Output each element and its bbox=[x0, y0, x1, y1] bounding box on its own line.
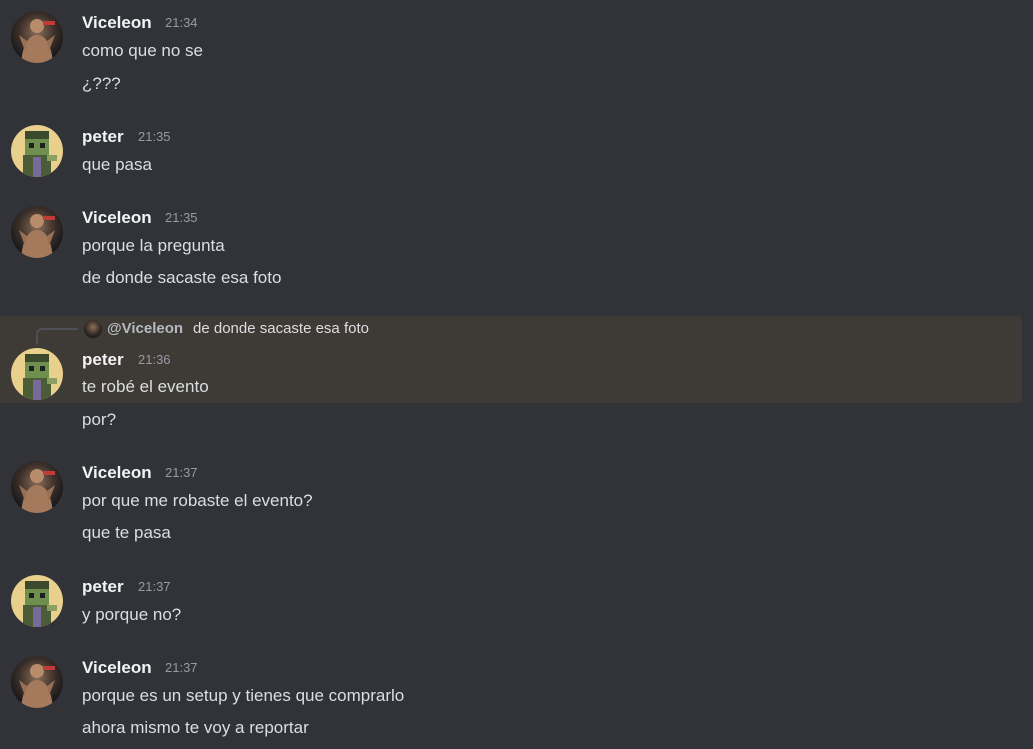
message-timestamp: 21:36 bbox=[138, 352, 171, 367]
message-timestamp: 21:37 bbox=[165, 660, 198, 675]
message-timestamp: 21:35 bbox=[138, 129, 171, 144]
message-line: porque es un setup y tienes que comprarl… bbox=[82, 686, 405, 705]
reply-avatar-icon[interactable] bbox=[84, 320, 102, 338]
peter-avatar-icon[interactable] bbox=[11, 348, 63, 400]
reply-connector bbox=[36, 328, 78, 344]
message-timestamp: 21:34 bbox=[165, 15, 198, 30]
message-line: por que me robaste el evento? bbox=[82, 491, 313, 510]
message-line: que te pasa bbox=[82, 523, 171, 542]
message-line: ¿??? bbox=[82, 74, 121, 93]
author-name[interactable]: Viceleon bbox=[82, 208, 152, 228]
message-timestamp: 21:35 bbox=[165, 210, 198, 225]
message-line: ahora mismo te voy a reportar bbox=[82, 718, 309, 737]
message-line: y porque no? bbox=[82, 605, 182, 624]
message-line: que pasa bbox=[82, 155, 152, 174]
message-timestamp: 21:37 bbox=[138, 579, 171, 594]
reply-preview-text[interactable]: de donde sacaste esa foto bbox=[193, 320, 369, 337]
reply-mention[interactable]: @Viceleon bbox=[107, 320, 183, 337]
message-line: por? bbox=[82, 410, 117, 429]
viceleon-avatar-icon[interactable] bbox=[11, 461, 63, 513]
peter-avatar-icon[interactable] bbox=[11, 575, 63, 627]
message-line: te robé el evento bbox=[82, 377, 209, 396]
message-line: de donde sacaste esa foto bbox=[82, 268, 282, 287]
message-timestamp: 21:37 bbox=[165, 465, 198, 480]
author-name[interactable]: peter bbox=[82, 127, 124, 147]
viceleon-avatar-icon[interactable] bbox=[11, 11, 63, 63]
viceleon-avatar-icon[interactable] bbox=[11, 206, 63, 258]
author-name[interactable]: Viceleon bbox=[82, 13, 152, 33]
author-name[interactable]: Viceleon bbox=[82, 463, 152, 483]
viceleon-avatar-icon[interactable] bbox=[11, 656, 63, 708]
author-name[interactable]: Viceleon bbox=[82, 658, 152, 678]
author-name[interactable]: peter bbox=[82, 350, 124, 370]
author-name[interactable]: peter bbox=[82, 577, 124, 597]
message-line: como que no se bbox=[82, 41, 203, 60]
peter-avatar-icon[interactable] bbox=[11, 125, 63, 177]
message-line: porque la pregunta bbox=[82, 236, 225, 255]
